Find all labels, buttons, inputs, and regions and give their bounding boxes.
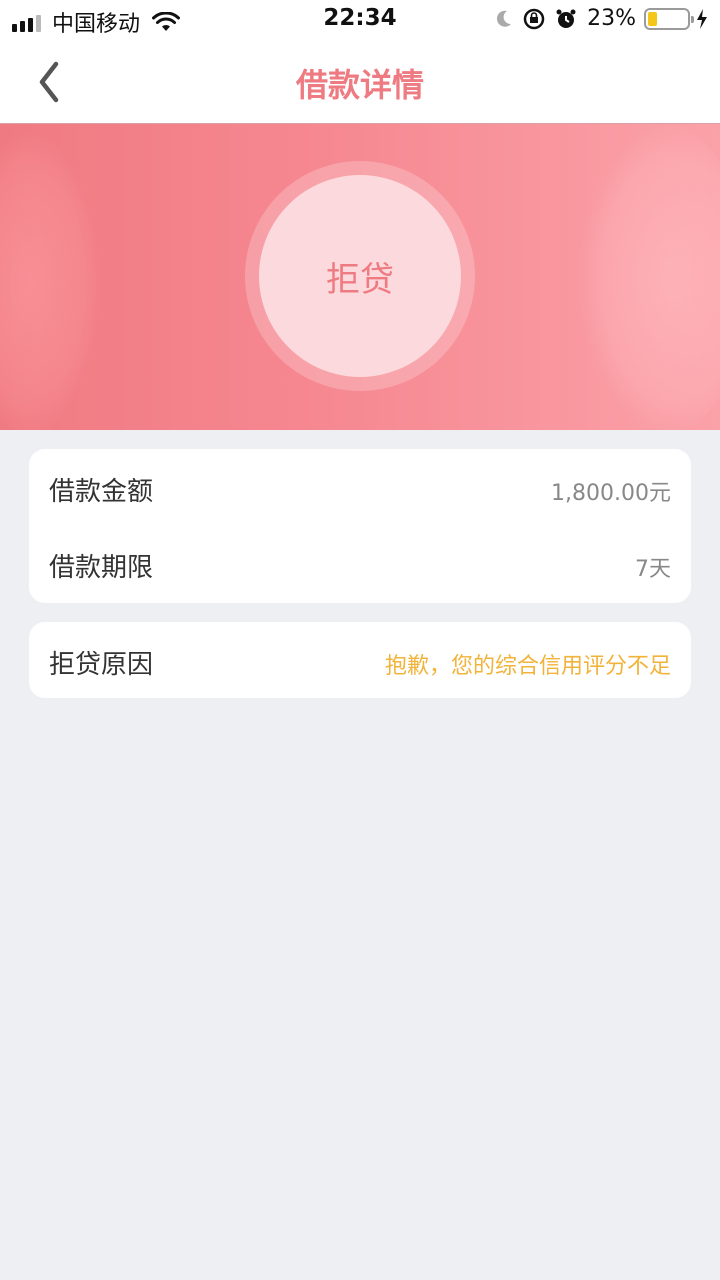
charging-icon <box>697 8 707 29</box>
reject-reason-row: 拒贷原因 抱歉，您的综合信用评分不足 <box>29 622 691 698</box>
status-circle: 拒贷 <box>259 175 461 377</box>
decorative-cloud-right <box>580 124 720 430</box>
status-banner: 拒贷 <box>0 124 720 430</box>
loan-detail-page: 中国移动 22:34 23% 借款详情 拒贷 借款金额 1,800.00元 借款… <box>0 0 720 1280</box>
reject-reason-card: 拒贷原因 抱歉，您的综合信用评分不足 <box>29 622 691 698</box>
battery-tip <box>691 15 694 23</box>
alarm-icon <box>556 9 576 28</box>
decorative-cloud-left <box>0 134 100 430</box>
loan-amount-value: 1,800.00元 <box>551 481 671 506</box>
loan-amount-row: 借款金额 1,800.00元 <box>29 449 691 525</box>
rotation-lock-icon <box>523 8 545 29</box>
reject-reason-label: 拒贷原因 <box>49 650 154 680</box>
moon-icon <box>497 10 512 27</box>
reject-reason-value: 抱歉，您的综合信用评分不足 <box>384 654 671 679</box>
loan-status-text: 拒贷 <box>326 259 394 300</box>
battery-icon <box>644 7 694 30</box>
loan-term-row: 借款期限 7天 <box>29 525 691 601</box>
loan-term-label: 借款期限 <box>49 553 154 583</box>
status-right: 23% <box>495 6 708 31</box>
nav-bar: 借款详情 <box>0 40 720 124</box>
loan-info-card: 借款金额 1,800.00元 借款期限 7天 <box>29 449 691 603</box>
status-bar: 中国移动 22:34 23% <box>0 0 720 40</box>
loan-amount-label: 借款金额 <box>49 477 154 507</box>
battery-level <box>648 11 657 26</box>
loan-term-value: 7天 <box>635 557 671 582</box>
battery-percent: 23% <box>587 6 636 31</box>
page-title: 借款详情 <box>295 66 424 104</box>
